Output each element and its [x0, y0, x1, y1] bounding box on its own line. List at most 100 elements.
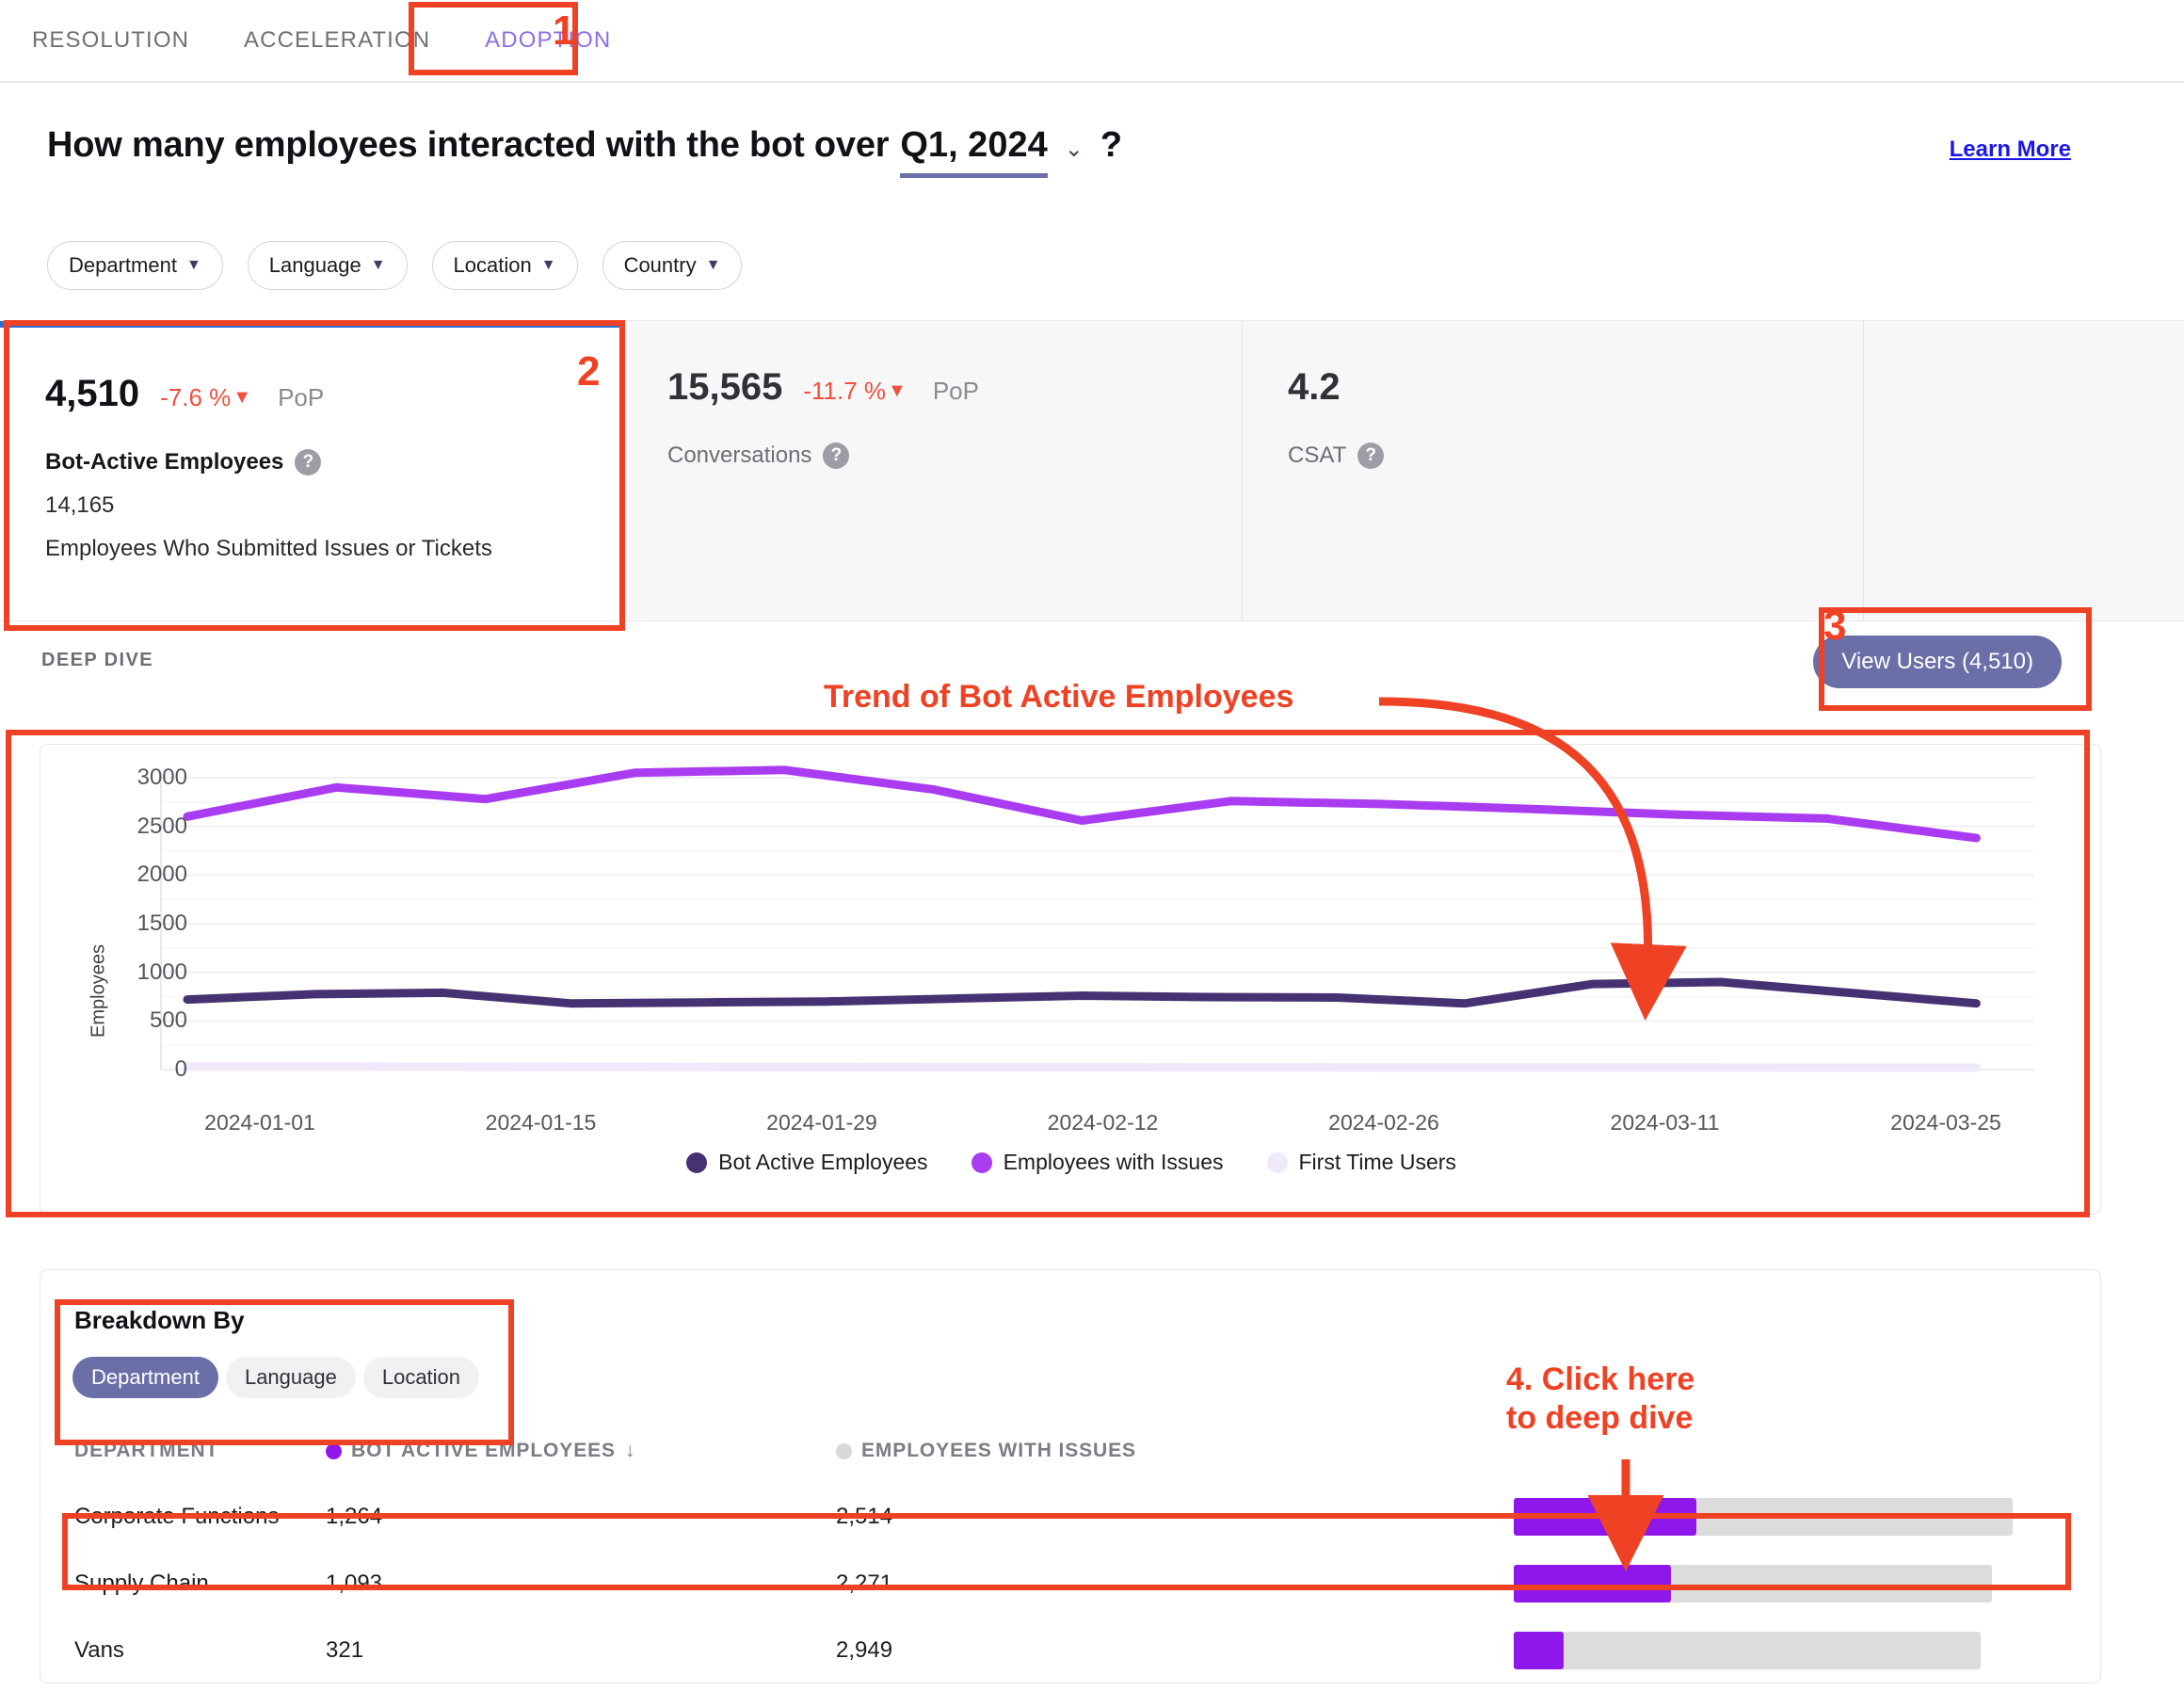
chevron-down-icon: ▼ — [705, 257, 721, 273]
tab-resolution[interactable]: RESOLUTION — [32, 0, 189, 82]
kpi-secondary-metric: 14,165 Employees Who Submitted Issues or… — [45, 492, 492, 562]
chevron-down-icon: ▼ — [540, 257, 556, 273]
tab-acceleration-label: ACCELERATION — [244, 27, 431, 53]
chevron-down-icon[interactable]: ⌄ — [1065, 136, 1084, 163]
legend-swatch — [686, 1151, 708, 1173]
trend-chart-card: Employees 0 500 1000 1500 2000 2500 3000 2024-0… — [40, 744, 2101, 1215]
breakdown-option-location[interactable]: Location — [362, 1357, 480, 1398]
period-selector[interactable]: Q1, 2024 — [900, 125, 1048, 178]
kpi-delta: -11.7 % ▼ — [803, 377, 906, 406]
column-header-bot-active-employees[interactable]: BOT ACTIVE EMPLOYEES ↓ — [326, 1440, 635, 1462]
filter-chip-row: Department ▼ Language ▼ Location ▼ Count… — [47, 241, 743, 290]
kpi-value-row: 15,565 -11.7 % ▼ PoP — [667, 366, 1200, 409]
question-prefix: How many employees interacted with the b… — [47, 125, 890, 165]
bar-fill — [1514, 1631, 1564, 1669]
kpi-delta: -7.6 % ▼ — [160, 383, 251, 412]
tab-adoption[interactable]: ADOPTION — [485, 0, 611, 82]
tab-acceleration[interactable]: ACCELERATION — [244, 0, 430, 82]
tab-adoption-label: ADOPTION — [485, 27, 612, 53]
help-icon[interactable]: ? — [295, 449, 322, 475]
chart-x-tick: 2024-03-25 — [1890, 1110, 2001, 1135]
chart-x-tick: 2024-02-12 — [1047, 1110, 1159, 1135]
filter-chip-location-label: Location — [453, 253, 532, 277]
filter-chip-country-label: Country — [623, 253, 697, 277]
page-title: How many employees interacted with the b… — [47, 125, 1122, 178]
filter-chip-language-label: Language — [268, 253, 361, 277]
column-header-department[interactable]: DEPARTMENT — [74, 1440, 218, 1462]
cell-bot-active: 1,264 — [326, 1503, 383, 1529]
table-row[interactable]: Vans 321 2,949 — [40, 1617, 2102, 1683]
legend-label: Employees with Issues — [1003, 1150, 1224, 1174]
chevron-down-icon: ▼ — [370, 257, 386, 273]
table-row[interactable]: Corporate Functions 1,264 2,514 — [40, 1483, 2102, 1550]
breakdown-option-department[interactable]: Department — [72, 1357, 218, 1398]
help-icon[interactable]: ? — [1357, 443, 1385, 469]
breakdown-card: Breakdown By Department Language Locatio… — [40, 1269, 2101, 1683]
kpi-pop-label: PoP — [278, 383, 325, 411]
bar-fill — [1514, 1564, 1671, 1602]
kpi-strip: 4,510 -7.6 % ▼ PoP Bot-Active Employees … — [0, 320, 2184, 621]
filter-chip-country[interactable]: Country ▼ — [602, 241, 743, 290]
legend-item-employees-with-issues[interactable]: Employees with Issues — [971, 1150, 1224, 1175]
chart-x-tick: 2024-01-29 — [766, 1110, 877, 1135]
legend-item-first-time-users[interactable]: First Time Users — [1266, 1150, 1456, 1175]
breakdown-option-language[interactable]: Language — [225, 1357, 356, 1398]
tab-bar: RESOLUTION ACCELERATION ADOPTION — [0, 0, 2184, 83]
filter-chip-location[interactable]: Location ▼ — [431, 241, 578, 290]
trend-chart[interactable]: Employees 0 500 1000 1500 2000 2500 3000 2024-0… — [40, 745, 2102, 1216]
cell-department: Corporate Functions — [74, 1503, 280, 1529]
kpi-sub-label: Employees Who Submitted Issues or Ticket… — [45, 536, 492, 561]
app-root: RESOLUTION ACCELERATION ADOPTION How man… — [0, 0, 2184, 1691]
column-swatch — [326, 1442, 342, 1459]
kpi-label-row: Bot-Active Employees ? — [45, 449, 580, 475]
kpi-value: 4.2 — [1288, 366, 1341, 408]
column-header-label: BOT ACTIVE EMPLOYEES — [351, 1440, 616, 1461]
chart-y-tick: 500 — [149, 1007, 187, 1034]
filter-chip-language[interactable]: Language ▼ — [247, 241, 408, 290]
kpi-label: CSAT — [1288, 443, 1347, 468]
kpi-delta-value: -11.7 % — [803, 377, 887, 405]
chart-plot-area — [160, 765, 2034, 1072]
annotation-trend-label: Trend of Bot Active Employees — [824, 679, 1294, 715]
table-row[interactable]: Supply Chain 1,093 2,271 — [40, 1550, 2102, 1617]
bar-track — [1514, 1631, 1981, 1669]
view-users-button[interactable]: View Users (4,510) — [1813, 636, 2062, 688]
question-mark: ? — [1100, 125, 1123, 165]
kpi-card-empty — [1864, 321, 2184, 620]
down-triangle-icon: ▼ — [888, 380, 907, 401]
kpi-card-conversations[interactable]: 15,565 -11.7 % ▼ PoP Conversations ? — [621, 321, 1243, 620]
kpi-card-bot-active-employees[interactable]: 4,510 -7.6 % ▼ PoP Bot-Active Employees … — [0, 321, 621, 620]
filter-chip-department[interactable]: Department ▼ — [47, 241, 223, 290]
down-triangle-icon: ▼ — [233, 387, 252, 408]
chart-legend: Bot Active Employees Employees with Issu… — [40, 1150, 2102, 1175]
learn-more-link[interactable]: Learn More — [1950, 137, 2071, 163]
sort-descending-icon: ↓ — [624, 1440, 636, 1461]
chart-y-tick: 0 — [174, 1056, 187, 1082]
chevron-down-icon: ▼ — [185, 257, 201, 273]
legend-label: First Time Users — [1298, 1150, 1456, 1174]
column-swatch — [836, 1442, 852, 1459]
chart-x-tick: 2024-01-01 — [204, 1110, 315, 1135]
kpi-value-row: 4.2 — [1288, 366, 1822, 409]
chart-x-tick: 2024-02-26 — [1328, 1110, 1439, 1135]
bar-track — [1514, 1564, 1992, 1602]
legend-swatch — [1266, 1151, 1288, 1173]
chart-x-tick: 2024-01-15 — [485, 1110, 597, 1135]
chart-y-tick: 1500 — [136, 910, 187, 936]
filter-chip-department-label: Department — [69, 253, 177, 277]
chart-series-line — [183, 1062, 1981, 1072]
kpi-label: Bot-Active Employees — [45, 449, 284, 475]
cell-department: Supply Chain — [74, 1570, 209, 1596]
help-icon[interactable]: ? — [823, 443, 850, 469]
kpi-label: Conversations — [667, 443, 812, 468]
column-header-label: EMPLOYEES WITH ISSUES — [861, 1440, 1136, 1461]
kpi-delta-value: -7.6 % — [160, 383, 232, 411]
column-header-employees-with-issues[interactable]: EMPLOYEES WITH ISSUES — [836, 1440, 1136, 1462]
kpi-card-csat[interactable]: 4.2 CSAT ? — [1243, 321, 1864, 620]
table-header-row: DEPARTMENT BOT ACTIVE EMPLOYEES ↓ EMPLOY… — [40, 1428, 2102, 1481]
kpi-sub-value: 14,165 — [45, 492, 115, 518]
legend-item-bot-active-employees[interactable]: Bot Active Employees — [686, 1150, 928, 1175]
legend-swatch — [971, 1151, 992, 1173]
cell-bot-active: 1,093 — [326, 1570, 383, 1596]
cell-with-issues: 2,514 — [836, 1503, 893, 1529]
